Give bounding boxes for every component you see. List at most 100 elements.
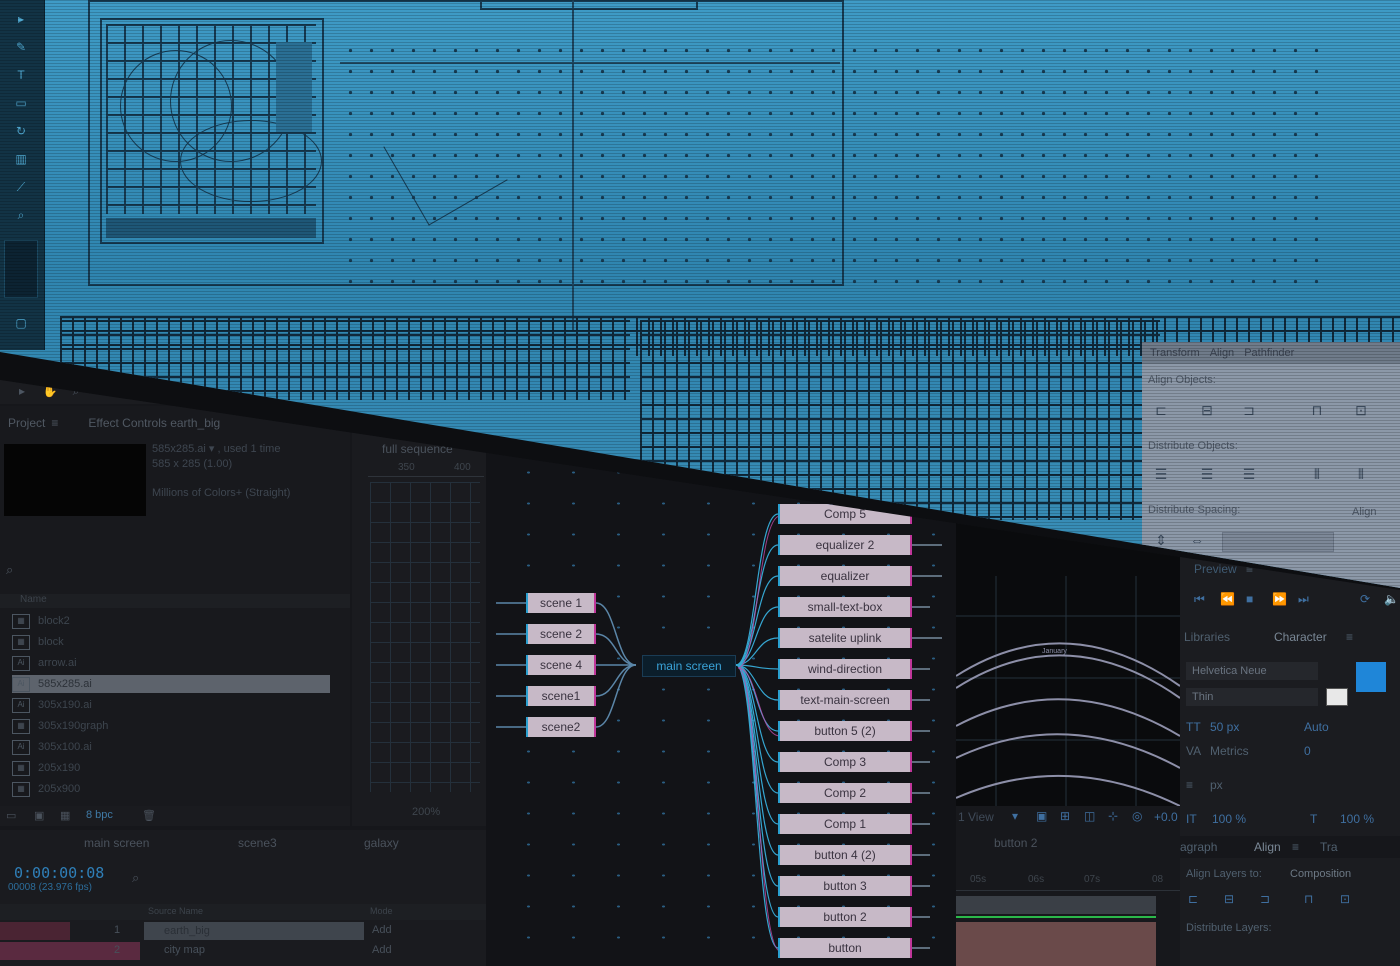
column-mode[interactable]: Mode: [370, 906, 393, 916]
flowchart-icon[interactable]: ⊹: [1108, 809, 1118, 823]
flow-node-comp[interactable]: satelite uplink: [780, 628, 910, 648]
tab-galaxy[interactable]: galaxy: [364, 836, 399, 850]
flow-node-comp[interactable]: Comp 3: [780, 752, 910, 772]
flow-node-scene[interactable]: scene1: [528, 686, 594, 706]
tab-button-2[interactable]: button 2: [994, 836, 1037, 850]
flow-node-comp[interactable]: button 3: [780, 876, 910, 896]
chevron-down-icon[interactable]: ▾: [1012, 809, 1018, 823]
graph-tool-icon[interactable]: ▥: [10, 152, 32, 166]
tab-align[interactable]: Align: [1254, 840, 1281, 854]
next-frame-icon[interactable]: ⏩: [1272, 592, 1287, 606]
list-item[interactable]: Ai arrow.ai: [12, 654, 330, 672]
flow-node-comp[interactable]: equalizer: [780, 566, 910, 586]
current-timecode[interactable]: 0:00:00:08: [14, 864, 104, 882]
list-item[interactable]: ▦ 205x190: [12, 759, 330, 777]
stroke-width-field[interactable]: px: [1210, 778, 1223, 792]
tracking-field[interactable]: 0: [1304, 744, 1311, 758]
list-item[interactable]: ▦ block: [12, 633, 330, 651]
toggle-mask-icon[interactable]: ▣: [1036, 809, 1047, 823]
align-right-icon[interactable]: ⊐: [1260, 892, 1270, 906]
align-middle-icon[interactable]: ⊡: [1340, 892, 1350, 906]
flow-node-comp[interactable]: button 2: [780, 907, 910, 927]
column-source-name[interactable]: Source Name: [148, 906, 203, 916]
list-item[interactable]: ▦ block2: [12, 612, 330, 630]
rotate-tool-icon[interactable]: ↻: [10, 124, 32, 138]
tab-tracker[interactable]: Tra: [1320, 840, 1338, 854]
align-top-icon[interactable]: ⊓: [1304, 892, 1313, 906]
tab-character[interactable]: Character: [1274, 630, 1327, 644]
trash-icon[interactable]: 🗑: [142, 809, 156, 822]
exposure-icon[interactable]: ◎: [1132, 809, 1142, 823]
rectangle-tool-icon[interactable]: ▭: [10, 96, 32, 110]
selection-tool-icon[interactable]: ▸: [14, 384, 30, 400]
flow-node-comp[interactable]: button 4 (2): [780, 845, 910, 865]
layer-bar[interactable]: [956, 922, 1156, 966]
zoom-level[interactable]: 200%: [412, 806, 440, 818]
distribute-spacing-vertical-icon[interactable]: ⇕: [1152, 532, 1170, 548]
view-count-select[interactable]: 1 View: [958, 810, 994, 824]
pen-tool-icon[interactable]: ✎: [10, 40, 32, 54]
menu-icon[interactable]: ≡: [1292, 840, 1299, 854]
camera-tool-icon[interactable]: ◉: [130, 384, 146, 400]
layer-name[interactable]: earth_big: [144, 922, 364, 940]
align-top-icon[interactable]: ⊓: [1308, 402, 1326, 418]
align-left-icon[interactable]: ⊏: [1152, 402, 1170, 418]
region-of-interest-icon[interactable]: ⊞: [1060, 809, 1070, 823]
distribute-bottom-icon[interactable]: ☰: [1240, 466, 1258, 482]
search-icon[interactable]: ⌕: [6, 562, 13, 578]
type-tool-icon[interactable]: T: [10, 68, 32, 82]
menu-icon[interactable]: ≡: [1246, 562, 1253, 576]
pan-behind-tool-icon[interactable]: ⊕: [160, 384, 176, 400]
list-item[interactable]: Ai 305x190.ai: [12, 696, 330, 714]
font-size-field[interactable]: 50 px: [1210, 720, 1239, 734]
flow-node-scene[interactable]: scene2: [528, 717, 594, 737]
spacing-input[interactable]: [1222, 532, 1334, 552]
tab-paragraph[interactable]: agraph: [1180, 840, 1217, 854]
flow-node-scene[interactable]: scene 2: [528, 624, 594, 644]
align-left-icon[interactable]: ⊏: [1188, 892, 1198, 906]
tab-effect-controls[interactable]: Effect Controls earth_big: [88, 416, 220, 430]
flow-node-comp[interactable]: wind-direction: [780, 659, 910, 679]
align-center-icon[interactable]: ⊟: [1198, 402, 1216, 418]
flow-node-comp[interactable]: Comp 2: [780, 783, 910, 803]
tab-main-screen[interactable]: main screen: [84, 836, 149, 850]
distribute-hcenter-icon[interactable]: ⫴: [1352, 466, 1370, 482]
eyedropper-tool-icon[interactable]: ⟋: [10, 180, 32, 194]
layer-bar[interactable]: [956, 896, 1156, 914]
list-item[interactable]: Ai 305x100.ai: [12, 738, 330, 756]
align-right-icon[interactable]: ⊐: [1240, 402, 1258, 418]
bpc-label[interactable]: 8 bpc: [86, 809, 113, 821]
flow-node-comp[interactable]: text-main-screen: [780, 690, 910, 710]
zoom-tool-icon[interactable]: ⌕: [68, 384, 84, 400]
rotate-tool-icon[interactable]: ↻: [102, 384, 118, 400]
last-frame-icon[interactable]: ⏭: [1298, 592, 1309, 607]
stop-icon[interactable]: ■: [1246, 592, 1253, 606]
fill-stroke-swatch[interactable]: [4, 240, 38, 298]
flow-node-scene[interactable]: scene 4: [528, 655, 594, 675]
flow-node-scene[interactable]: scene 1: [528, 593, 594, 613]
audio-icon[interactable]: 🔈: [1384, 592, 1399, 606]
distribute-left-icon[interactable]: ⫴: [1308, 466, 1326, 482]
tab-pathfinder[interactable]: Pathfinder: [1244, 347, 1294, 359]
tab-transform[interactable]: Transform: [1150, 347, 1200, 359]
list-item-selected[interactable]: Ai 585x285.ai: [12, 675, 330, 693]
flow-node-comp[interactable]: Comp 5: [780, 504, 910, 524]
distribute-spacing-horizontal-icon[interactable]: ⇔: [1188, 532, 1206, 548]
prev-frame-icon[interactable]: ⏪: [1220, 592, 1235, 606]
work-area-bar[interactable]: [956, 916, 1156, 918]
menu-icon[interactable]: ≡: [1346, 630, 1353, 644]
search-icon[interactable]: ⌕: [132, 870, 139, 886]
align-middle-icon[interactable]: ⊡: [1352, 402, 1370, 418]
table-row[interactable]: 1 earth_big Add: [0, 922, 486, 940]
flow-node-comp[interactable]: equalizer 2: [780, 535, 910, 555]
screen-mode-icon[interactable]: ▢: [10, 316, 32, 330]
table-row[interactable]: 2 city map Add: [0, 942, 486, 960]
tab-scene3[interactable]: scene3: [238, 836, 277, 850]
folder-icon[interactable]: ▭: [6, 809, 16, 822]
zoom-tool-icon[interactable]: ⌕: [10, 208, 32, 222]
leading-field[interactable]: Auto: [1304, 720, 1329, 734]
align-layers-to-select[interactable]: Composition: [1290, 868, 1351, 880]
list-item[interactable]: ▦ 205x900: [12, 780, 330, 798]
flow-node-comp[interactable]: Comp 1: [780, 814, 910, 834]
fill-color-swatch[interactable]: [1356, 662, 1386, 692]
